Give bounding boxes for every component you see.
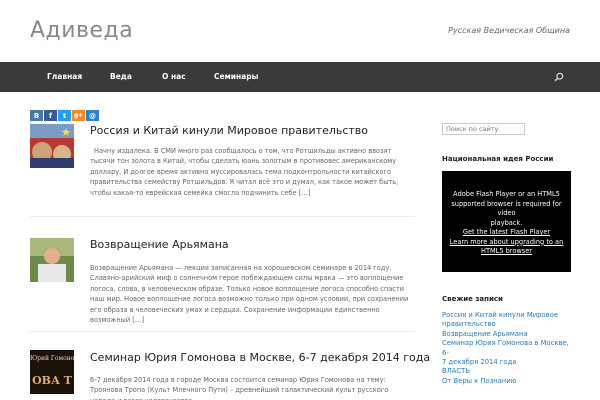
get-flash-link[interactable]: Get the latest Flash Player (442, 228, 571, 238)
recent-post-link[interactable]: Семинар Юрия Гомонова в Москве, 6- (442, 339, 577, 358)
video-player[interactable]: Adobe Flash Player or an HTML5 supported… (442, 171, 571, 272)
twitter-share-icon[interactable]: t (58, 110, 71, 121)
odnoklassniki-share-icon[interactable]: g+ (72, 110, 85, 121)
flash-notice-text: supported browser is required for video (451, 199, 562, 218)
nav-item-home[interactable]: Главная (47, 62, 82, 92)
vk-share-icon[interactable]: B (30, 110, 43, 121)
thumbnail-caption: ОВА Т (32, 374, 72, 387)
widget-title-national-idea: Национальная идея России (442, 155, 554, 163)
flash-notice-text: Adobe Flash Player or an HTML5 (453, 190, 560, 198)
post-item: Возвращение Арьямана Возвращение Арьяман… (30, 238, 415, 330)
facebook-share-icon[interactable]: f (44, 110, 57, 121)
post-thumbnail[interactable] (30, 124, 74, 168)
mail-share-icon[interactable]: @ (86, 110, 99, 121)
recent-post-link[interactable]: От Веры к Познанию (442, 377, 577, 386)
site-tagline: Русская Ведическая Община (448, 26, 570, 35)
post-title[interactable]: Россия и Китай кинули Мировое правительс… (90, 124, 368, 137)
flash-notice-text: playback. (490, 218, 523, 227)
thumbnail-caption: Юрий Гомонов (30, 355, 74, 362)
html5-upgrade-link[interactable]: HTML5 browser (442, 247, 571, 257)
recent-post-link[interactable]: Россия и Китай кинули Мировое (442, 311, 577, 320)
search-input[interactable] (442, 123, 525, 135)
html5-upgrade-link[interactable]: Learn more about upgrading to an (442, 238, 571, 248)
post-excerpt: Возвращение Арьямана — лекция записанная… (90, 264, 409, 325)
nav-item-veda[interactable]: Веда (110, 62, 132, 92)
post-excerpt: 6-7 декабря 2014 года в городе Москва со… (90, 376, 389, 400)
site-title[interactable]: Адиведа (30, 18, 133, 43)
nav-item-seminars[interactable]: Семинары (214, 62, 258, 92)
widget-title-recent-posts: Свежие записи (442, 295, 503, 303)
search-icon[interactable] (548, 66, 570, 88)
post-title[interactable]: Возвращение Арьямана (90, 238, 229, 251)
post-excerpt: Начну издалека. В СМИ много раз сообщало… (90, 147, 399, 197)
nav-item-about[interactable]: О нас (162, 62, 186, 92)
post-divider (30, 216, 415, 217)
post-divider (30, 331, 415, 332)
post-thumbnail[interactable]: Юрий Гомонов ОВА Т (30, 350, 74, 394)
recent-post-link[interactable]: Возвращение Арьямана (442, 330, 577, 339)
recent-post-link[interactable]: 7 декабря 2014 года (442, 358, 577, 367)
share-bar: B f t g+ @ (30, 110, 99, 121)
post-title[interactable]: Семинар Юрия Гомонова в Москве, 6-7 дека… (90, 351, 430, 364)
recent-posts-list: Россия и Китай кинули Мировое правительс… (442, 311, 577, 386)
post-item: Россия и Китай кинули Мировое правительс… (30, 124, 415, 216)
post-item: Юрий Гомонов ОВА Т Семинар Юрия Гомонова… (30, 350, 430, 400)
site-header: Адиведа Русская Ведическая Община (0, 0, 600, 62)
main-navigation: Главная Веда О нас Семинары (0, 62, 600, 92)
recent-post-link[interactable]: правительство (442, 320, 577, 329)
post-thumbnail[interactable] (30, 238, 74, 282)
recent-post-link[interactable]: ВЛАСТЬ (442, 367, 577, 376)
